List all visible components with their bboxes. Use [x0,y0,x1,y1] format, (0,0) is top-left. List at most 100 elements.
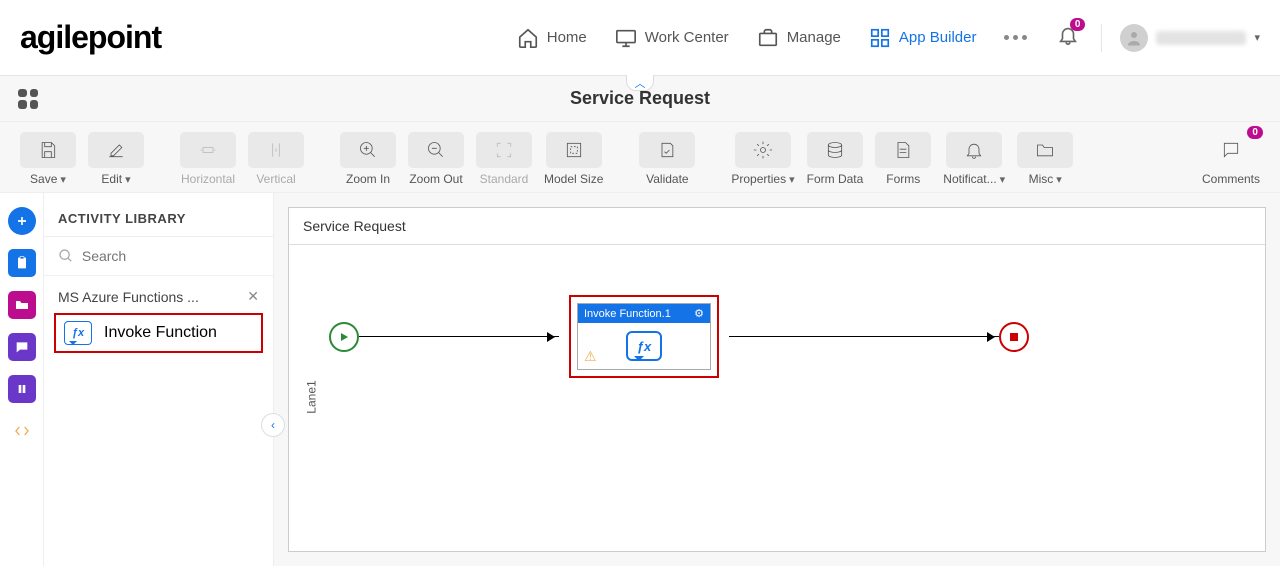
end-node[interactable] [999,322,1029,352]
side-rail [0,193,44,566]
grid-icon [869,27,891,49]
canvas-title: Service Request [289,208,1265,245]
rail-code[interactable] [8,417,36,445]
comments-button[interactable]: 0 Comments [1202,132,1260,186]
user-icon [1125,29,1143,47]
notifications-button[interactable]: 0 [1057,24,1079,51]
activity-library: ACTIVITY LIBRARY MS Azure Functions ... … [44,193,274,566]
canvas-area: Service Request Lane1 Invoke Function.1 … [274,193,1280,566]
lane-label: Lane1 [305,380,319,413]
zoom-in-button[interactable]: Zoom In [340,132,396,186]
edit-button[interactable]: Edit▾ [88,132,144,186]
notifications-badge: 0 [1070,18,1086,31]
nav-home-label: Home [547,29,587,46]
search-icon [58,247,74,265]
chevron-down-icon: ▾ [1254,31,1260,44]
vertical-button[interactable]: Vertical [248,132,304,186]
function-icon: ƒx [64,321,92,345]
nav-more[interactable] [1004,27,1027,49]
function-icon: ƒx [626,331,662,361]
activity-body: ⚠ ƒx [578,323,710,369]
arrow [359,336,559,337]
notifications-toolbar-button[interactable]: Notificat...▾ [943,132,1005,186]
chat-icon [14,339,30,355]
code-icon [14,423,30,439]
rail-folder[interactable] [8,291,36,319]
rail-clipboard[interactable] [8,249,36,277]
arrow [729,336,999,337]
library-header: ACTIVITY LIBRARY [44,193,273,237]
gear-icon[interactable]: ⚙ [694,307,704,320]
fit-standard-icon [494,140,514,160]
warning-icon: ⚠ [584,348,597,365]
nav-manage-label: Manage [787,29,841,46]
topnav: agilepoint Home Work Center Manage App B… [0,0,1280,76]
nav-app-builder-label: App Builder [899,29,977,46]
forms-button[interactable]: Forms [875,132,931,186]
zoom-out-button[interactable]: Zoom Out [408,132,464,186]
monitor-icon [615,27,637,49]
fit-model-icon [564,140,584,160]
library-search[interactable] [44,237,273,276]
start-node[interactable] [329,322,359,352]
clipboard-icon [14,255,30,271]
main: ACTIVITY LIBRARY MS Azure Functions ... … [0,193,1280,566]
comments-badge: 0 [1247,126,1263,139]
library-category[interactable]: MS Azure Functions ... ✕ [44,276,273,309]
model-size-button[interactable]: Model Size [544,132,603,186]
bell-icon [964,140,984,160]
document-icon [893,140,913,160]
page-title: Service Request [570,88,710,109]
zoom-in-icon [358,140,378,160]
nav-manage[interactable]: Manage [757,27,841,49]
activity-title: Invoke Function.1 [584,308,671,320]
collapse-library-button[interactable]: ‹ [261,413,285,437]
edit-icon [106,140,126,160]
subheader: ︿ Service Request [0,76,1280,122]
nav-work-center[interactable]: Work Center [615,27,729,49]
more-icon [1004,35,1027,40]
activity-invoke-function[interactable]: Invoke Function.1 ⚙ ⚠ ƒx [577,303,711,370]
library-category-label: MS Azure Functions ... [58,289,199,305]
home-icon [517,27,539,49]
rail-add[interactable] [8,207,36,235]
nav-work-center-label: Work Center [645,29,729,46]
activity-item-label: Invoke Function [104,324,217,342]
plus-icon [14,213,30,229]
nav-right: 0 ▾ [1057,24,1260,52]
toolbar: Save▾ Edit▾ Horizontal Vertical Zoom In … [0,122,1280,193]
stop-icon [1010,333,1018,341]
briefcase-icon [757,27,779,49]
standard-button[interactable]: Standard [476,132,532,186]
rail-info[interactable] [8,375,36,403]
form-data-button[interactable]: Form Data [807,132,864,186]
database-icon [825,140,845,160]
username-blurred [1156,31,1246,45]
horizontal-button[interactable]: Horizontal [180,132,236,186]
canvas-body[interactable]: Lane1 Invoke Function.1 ⚙ ⚠ [289,245,1265,548]
logo: agilepoint [20,19,161,56]
save-icon [38,140,58,160]
activity-selection[interactable]: Invoke Function.1 ⚙ ⚠ ƒx [569,295,719,378]
activity-header: Invoke Function.1 ⚙ [578,304,710,323]
flow: Invoke Function.1 ⚙ ⚠ ƒx [329,295,1245,378]
properties-button[interactable]: Properties▾ [731,132,794,186]
folder-icon [1035,140,1055,160]
horizontal-icon [198,140,218,160]
search-input[interactable] [82,248,259,264]
validate-icon [657,140,677,160]
canvas-frame: Service Request Lane1 Invoke Function.1 … [288,207,1266,552]
folder-icon [14,297,30,313]
rail-chat[interactable] [8,333,36,361]
expand-tab[interactable]: ︿ [626,75,654,91]
nav-app-builder[interactable]: App Builder [869,27,977,49]
validate-button[interactable]: Validate [639,132,695,186]
save-button[interactable]: Save▾ [20,132,76,186]
nav-home[interactable]: Home [517,27,587,49]
gear-icon [753,140,773,160]
apps-icon[interactable] [18,89,38,109]
user-menu[interactable]: ▾ [1101,24,1260,52]
close-icon[interactable]: ✕ [247,288,259,305]
misc-button[interactable]: Misc▾ [1017,132,1073,186]
activity-item-invoke-function[interactable]: ƒx Invoke Function [54,313,263,353]
